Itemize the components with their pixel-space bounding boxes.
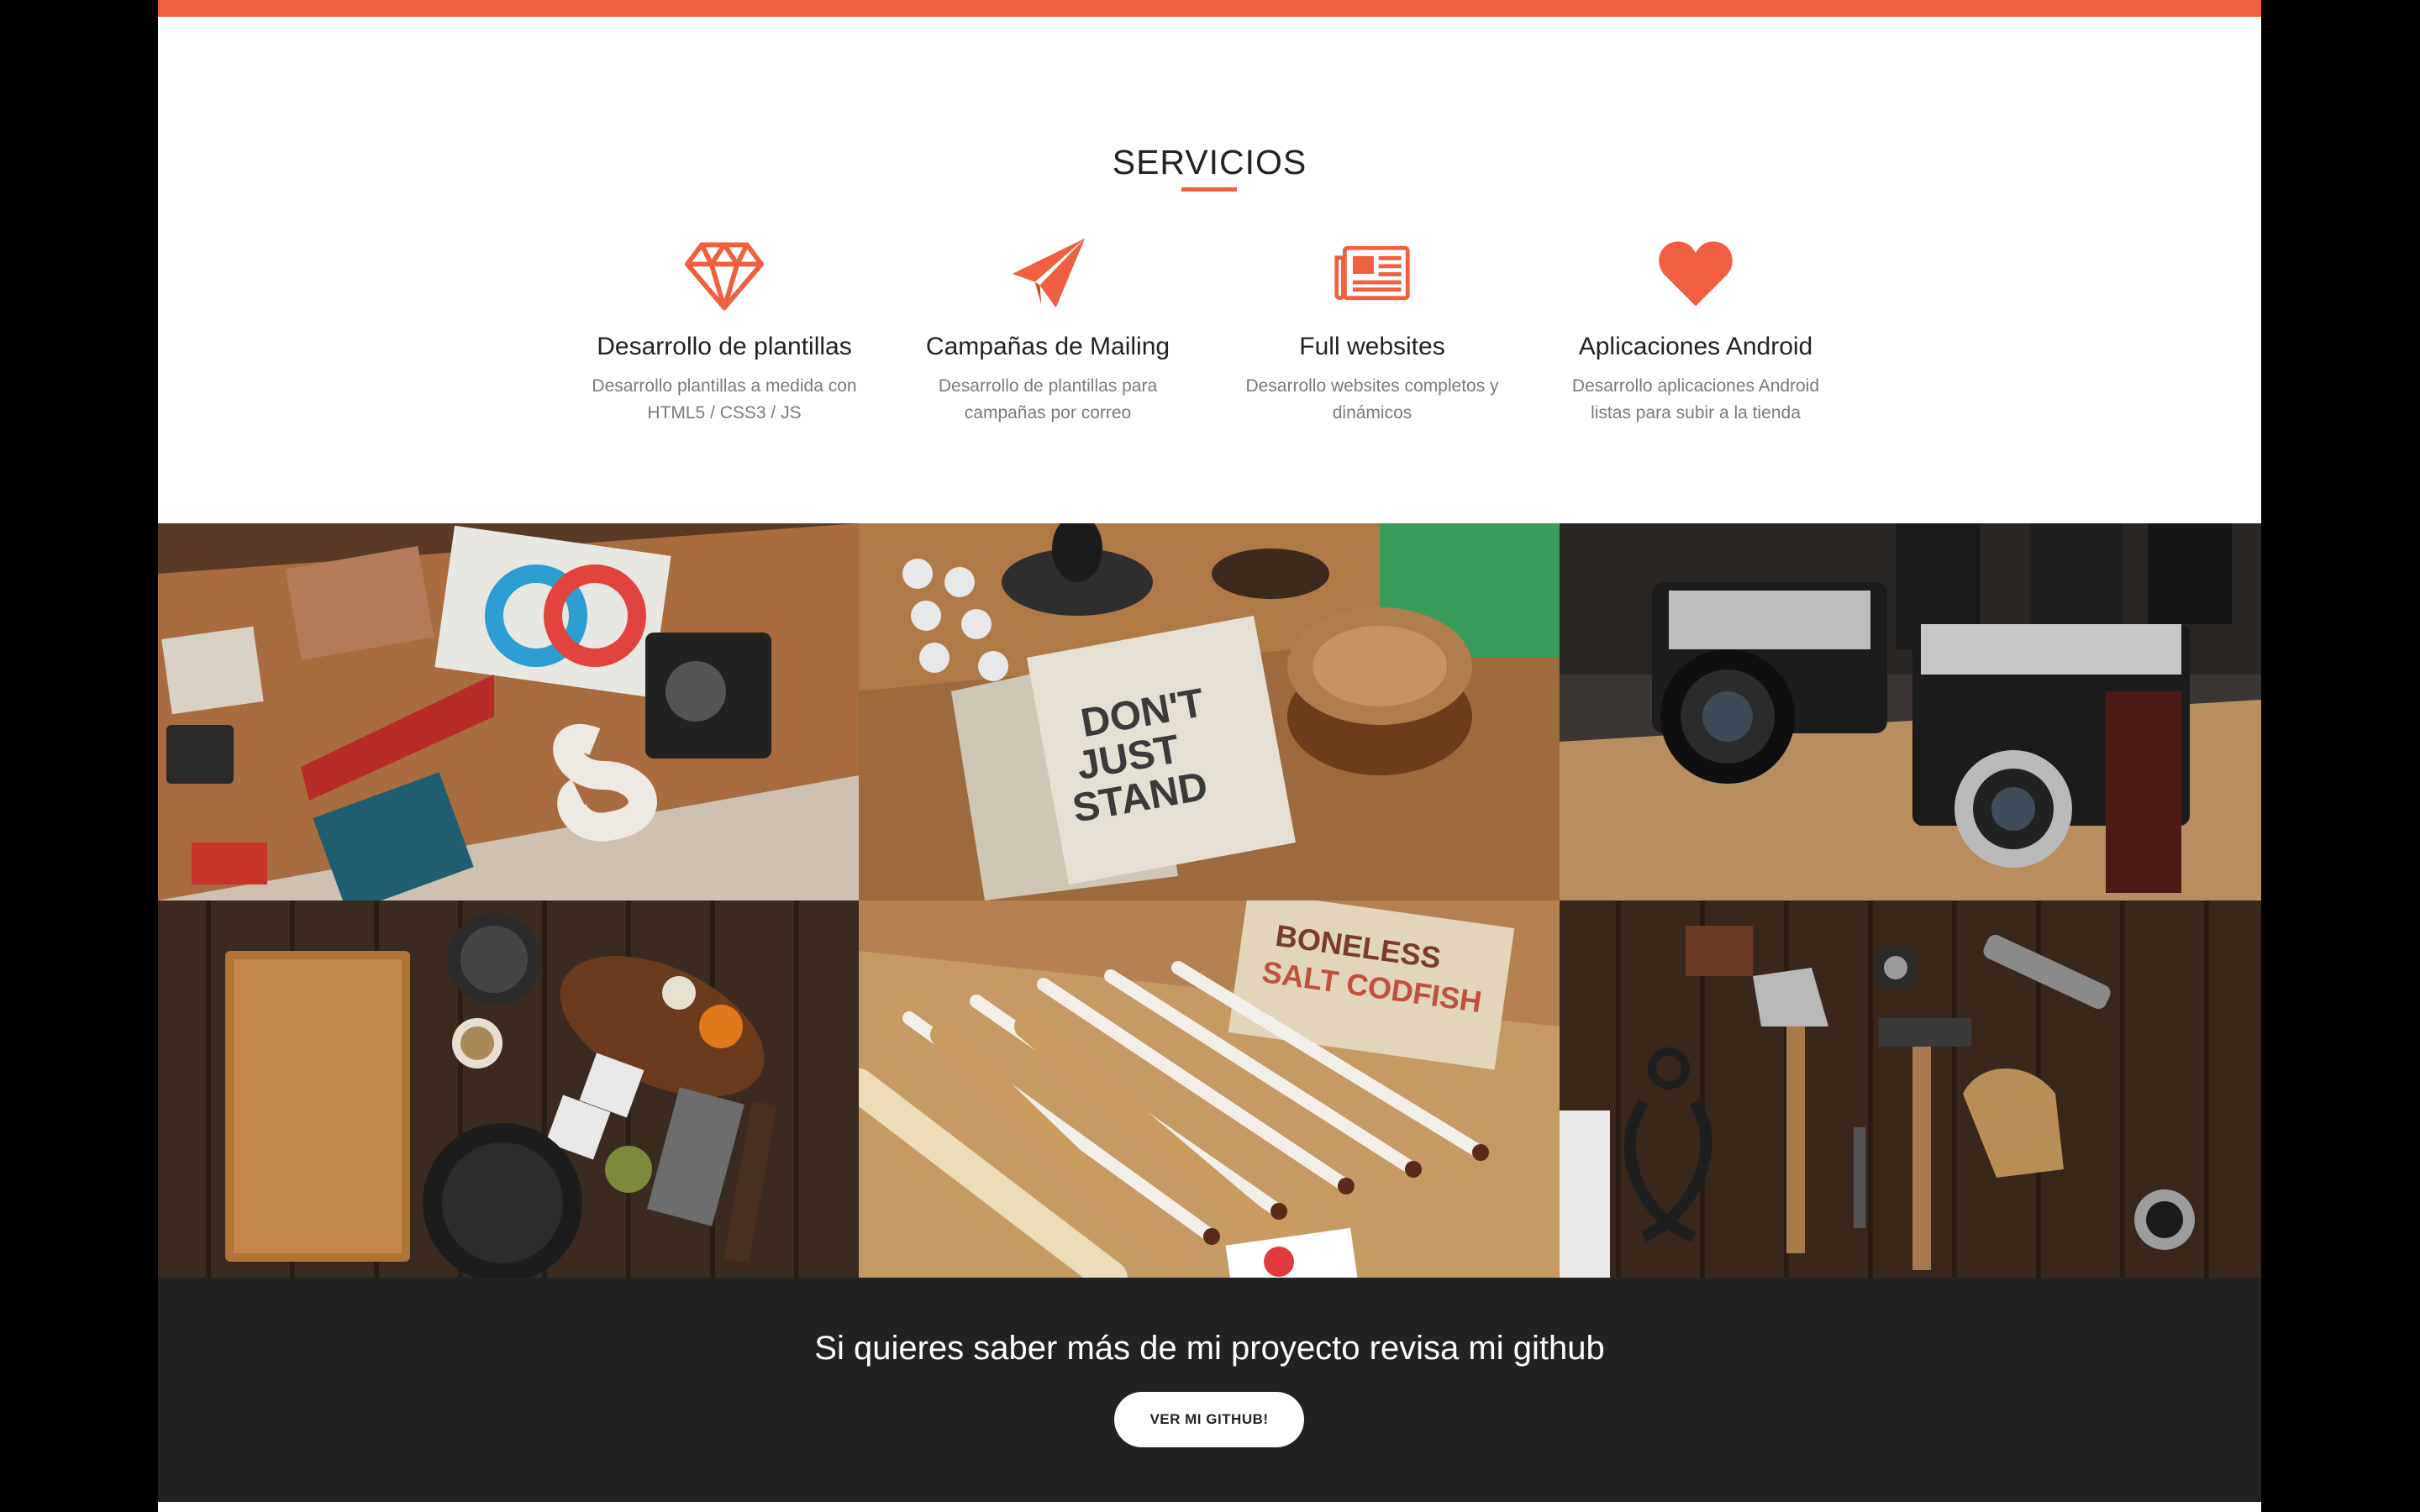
github-button[interactable]: VER MI GITHUB! bbox=[1114, 1392, 1304, 1447]
cta-text: Si quieres saber más de mi proyecto revi… bbox=[814, 1330, 1605, 1367]
notebooks-photo: DON'T JUST STAND bbox=[859, 523, 1560, 900]
flatlay-photo bbox=[158, 523, 859, 900]
service-item-android: Aplicaciones Android Desarrollo aplicaci… bbox=[1557, 234, 1834, 427]
portfolio-image-cameras[interactable] bbox=[1560, 523, 2261, 900]
portfolio-image-kitchen[interactable] bbox=[158, 900, 859, 1278]
service-description: Desarrollo plantillas a medida con HTML5… bbox=[592, 376, 857, 423]
pencils-photo: BONELESS SALT CODFISH bbox=[859, 900, 1560, 1278]
newspaper-icon bbox=[1334, 245, 1410, 301]
landing-page: SERVICIOS Desarrollo de plantillas Desar… bbox=[158, 0, 2261, 1512]
footer-strip bbox=[158, 1502, 2261, 1512]
service-item-templates: Desarrollo de plantillas Desarrollo plan… bbox=[586, 234, 863, 427]
cameras-photo bbox=[1560, 523, 2261, 900]
service-name: Desarrollo de plantillas bbox=[597, 333, 852, 360]
service-description: Desarrollo websites completos y dinámico… bbox=[1245, 376, 1499, 423]
title-divider bbox=[1181, 187, 1237, 192]
portfolio-image-flatlay-design[interactable] bbox=[158, 523, 859, 900]
service-item-websites: Full websites Desarrollo websites comple… bbox=[1234, 234, 1511, 427]
tools-photo bbox=[1560, 900, 2261, 1278]
services-section: SERVICIOS Desarrollo de plantillas Desar… bbox=[158, 17, 2261, 523]
portfolio-image-tools[interactable] bbox=[1560, 900, 2261, 1278]
paper-plane-icon bbox=[1012, 238, 1086, 308]
service-name: Full websites bbox=[1299, 333, 1445, 360]
service-description: Desarrollo aplicaciones Android listas p… bbox=[1571, 376, 1820, 423]
heart-icon bbox=[1659, 241, 1733, 307]
service-name: Campañas de Mailing bbox=[925, 333, 1171, 360]
github-cta-section: Si quieres saber más de mi proyecto revi… bbox=[158, 1278, 2261, 1502]
service-item-mailing: Campañas de Mailing Desarrollo de planti… bbox=[909, 234, 1186, 427]
accent-top-bar bbox=[158, 0, 2261, 17]
diamond-icon bbox=[684, 242, 765, 311]
portfolio-image-notebooks[interactable]: DON'T JUST STAND bbox=[859, 523, 1560, 900]
portfolio-image-pencils[interactable]: BONELESS SALT CODFISH bbox=[859, 900, 1560, 1278]
portfolio-gallery: DON'T JUST STAND BONELESS SALT CODFISH bbox=[158, 523, 2261, 1278]
service-name: Aplicaciones Android bbox=[1578, 333, 1813, 360]
service-description: Desarrollo de plantillas para campañas p… bbox=[938, 376, 1158, 423]
kitchen-photo bbox=[158, 900, 859, 1278]
services-title: SERVICIOS bbox=[1112, 143, 1307, 181]
